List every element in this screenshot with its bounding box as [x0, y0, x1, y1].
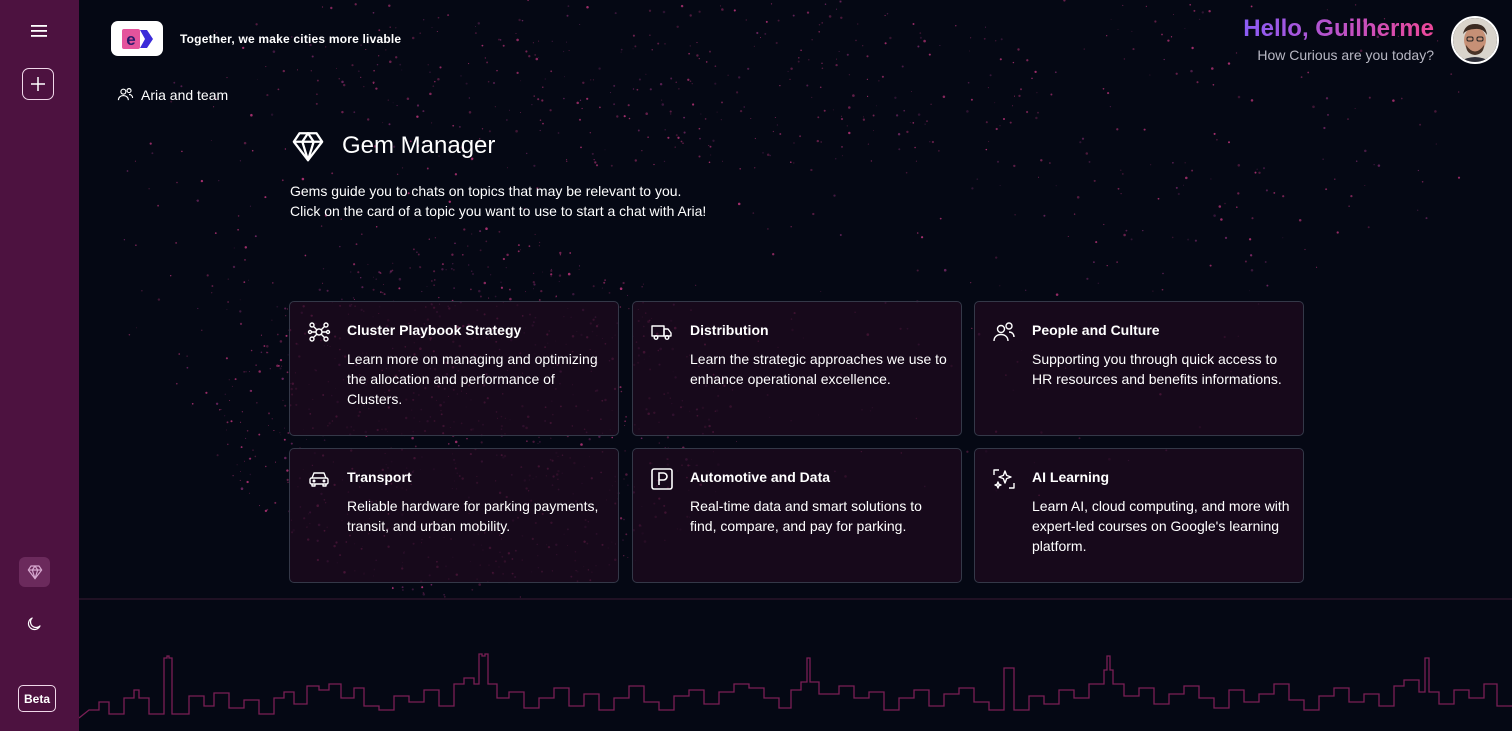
description-line: Gems guide you to chats on topics that m…	[290, 183, 682, 199]
parking-icon	[651, 468, 673, 490]
team-label: Aria and team	[141, 86, 229, 103]
card-title: Automotive and Data	[690, 469, 831, 485]
gem-card-distribution[interactable]: Distribution Learn the strategic approac…	[632, 301, 962, 436]
svg-text:e: e	[126, 30, 135, 49]
card-description: Supporting you through quick access to H…	[1032, 351, 1282, 387]
card-title: Cluster Playbook Strategy	[347, 322, 522, 338]
plus-icon	[31, 77, 45, 91]
card-title: Transport	[347, 469, 412, 485]
card-description: Learn more on managing and optimizing th…	[347, 351, 598, 407]
card-title: People and Culture	[1032, 322, 1160, 338]
hamburger-icon	[31, 25, 47, 37]
brand-tagline: Together, we make cities more livable	[180, 32, 402, 46]
logo-icon: e	[122, 28, 153, 49]
gem-card-people-culture[interactable]: People and Culture Supporting you throug…	[974, 301, 1304, 436]
truck-icon	[651, 325, 672, 340]
gem-icon	[27, 565, 42, 580]
card-title: Distribution	[690, 322, 769, 338]
card-title: AI Learning	[1032, 469, 1110, 485]
card-description: Learn AI, cloud computing, and more with…	[1032, 498, 1290, 554]
greeting-subtitle: How Curious are you today?	[1257, 47, 1434, 63]
description-line: Click on the card of a topic you want to…	[290, 203, 707, 219]
page-header: Gem Manager	[290, 129, 495, 163]
gem-card-ai-learning[interactable]: AI Learning Learn AI, cloud computing, a…	[974, 448, 1304, 583]
page-description: Gems guide you to chats on topics that m…	[290, 181, 706, 221]
gem-card-cluster-playbook[interactable]: Cluster Playbook Strategy Learn more on …	[289, 301, 619, 436]
avatar-image	[1453, 18, 1497, 62]
card-description: Reliable hardware for parking payments, …	[347, 498, 599, 534]
menu-button[interactable]	[24, 18, 54, 44]
gem-manager-button[interactable]	[19, 557, 50, 587]
team-selector[interactable]: Aria and team	[117, 86, 228, 103]
gem-icon	[292, 132, 324, 162]
page-title: Gem Manager	[342, 132, 496, 159]
gem-card-automotive-data[interactable]: Automotive and Data Real-time data and s…	[632, 448, 962, 583]
greeting-title: Hello, Guilherme	[1243, 15, 1434, 42]
sidebar: Beta	[0, 0, 79, 731]
beta-badge: Beta	[18, 685, 56, 712]
network-icon	[307, 322, 331, 342]
gem-card-transport[interactable]: Transport Reliable hardware for parking …	[289, 448, 619, 583]
user-avatar[interactable]	[1451, 16, 1499, 64]
city-skyline-decoration	[79, 598, 1512, 719]
theme-toggle-button[interactable]	[22, 612, 46, 636]
card-description: Learn the strategic approaches we use to…	[690, 351, 947, 387]
moon-icon	[27, 617, 41, 631]
car-icon	[309, 472, 329, 487]
card-description: Real-time data and smart solutions to fi…	[690, 498, 922, 534]
new-chat-button[interactable]	[22, 68, 54, 100]
people-icon	[993, 322, 1015, 342]
brand-logo[interactable]: e	[111, 21, 163, 56]
sparkle-icon	[993, 469, 1015, 489]
people-icon	[117, 88, 134, 101]
